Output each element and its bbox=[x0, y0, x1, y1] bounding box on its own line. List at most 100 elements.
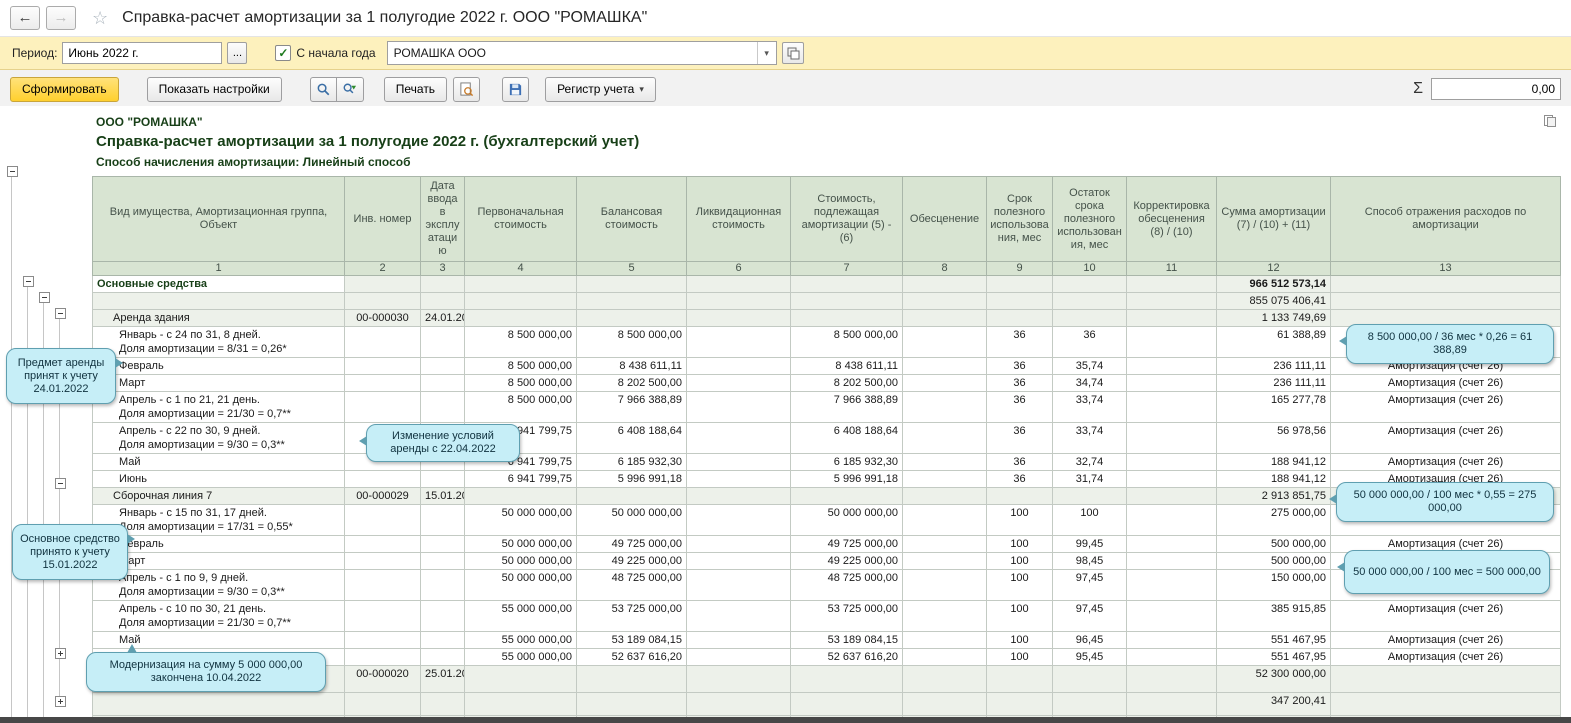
document-corner-icon[interactable] bbox=[1543, 114, 1557, 128]
table-cell[interactable]: Май bbox=[92, 453, 345, 471]
table-cell[interactable]: 8 500 000,00 bbox=[790, 326, 903, 358]
table-cell[interactable] bbox=[1126, 692, 1217, 716]
expander-subgroup[interactable] bbox=[39, 292, 50, 303]
table-cell[interactable]: Амортизация (счет 26) bbox=[1330, 648, 1561, 666]
column-header[interactable]: Способ отражения расходов по амортизации bbox=[1330, 176, 1561, 262]
organization-combo[interactable]: РОМАШКА ООО ▾ bbox=[386, 41, 777, 65]
table-cell[interactable]: Амортизация (счет 26) bbox=[1330, 422, 1561, 454]
favorite-star-icon[interactable]: ☆ bbox=[92, 8, 108, 29]
column-header[interactable]: Остаток срока полезного использования, м… bbox=[1052, 176, 1127, 262]
table-cell[interactable] bbox=[902, 422, 987, 454]
table-cell[interactable] bbox=[902, 535, 987, 553]
column-header[interactable]: Ликвидационная стоимость bbox=[686, 176, 791, 262]
table-cell[interactable]: 97,45 bbox=[1052, 600, 1127, 632]
column-header[interactable]: Балансовая стоимость bbox=[576, 176, 687, 262]
table-cell[interactable] bbox=[344, 326, 421, 358]
table-cell[interactable]: 6 185 932,30 bbox=[790, 453, 903, 471]
table-cell[interactable]: 551 467,95 bbox=[1216, 648, 1331, 666]
table-cell[interactable] bbox=[420, 275, 465, 293]
table-cell[interactable] bbox=[420, 357, 465, 375]
table-cell[interactable]: 99,45 bbox=[1052, 535, 1127, 553]
table-cell[interactable]: 236 111,11 bbox=[1216, 357, 1331, 375]
table-cell[interactable]: 100 bbox=[986, 600, 1053, 632]
table-cell[interactable]: 6 408 188,64 bbox=[576, 422, 687, 454]
table-cell[interactable] bbox=[902, 631, 987, 649]
table-cell[interactable] bbox=[686, 600, 791, 632]
table-cell[interactable]: 25.01.2022 bbox=[420, 665, 465, 693]
table-cell[interactable] bbox=[420, 552, 465, 570]
table-cell[interactable] bbox=[344, 692, 421, 716]
table-cell[interactable] bbox=[344, 357, 421, 375]
report-table[interactable]: Вид имущества, Амортизационная группа, О… bbox=[92, 176, 1561, 723]
table-cell[interactable]: 188 941,12 bbox=[1216, 453, 1331, 471]
table-cell[interactable] bbox=[576, 692, 687, 716]
table-cell[interactable]: 97,45 bbox=[1052, 569, 1127, 601]
table-cell[interactable] bbox=[1330, 665, 1561, 693]
table-cell[interactable]: 33,74 bbox=[1052, 422, 1127, 454]
table-cell[interactable] bbox=[686, 535, 791, 553]
table-cell[interactable]: Основные средства bbox=[92, 275, 345, 293]
table-cell[interactable] bbox=[576, 275, 687, 293]
table-cell[interactable] bbox=[1126, 504, 1217, 536]
column-number[interactable]: 12 bbox=[1216, 261, 1331, 276]
table-cell[interactable] bbox=[686, 569, 791, 601]
table-cell[interactable]: 36 bbox=[986, 422, 1053, 454]
table-cell[interactable] bbox=[1330, 275, 1561, 293]
table-cell[interactable] bbox=[986, 487, 1053, 505]
table-cell[interactable] bbox=[1126, 326, 1217, 358]
table-cell[interactable]: 98,45 bbox=[1052, 552, 1127, 570]
table-cell[interactable]: 236 111,11 bbox=[1216, 374, 1331, 392]
table-cell[interactable] bbox=[1052, 665, 1127, 693]
column-header[interactable]: Обесценение bbox=[902, 176, 987, 262]
table-row[interactable]: 855 075 406,41 bbox=[92, 292, 1561, 310]
table-cell[interactable]: Апрель - с 22 по 30, 9 дней. Доля амортиз… bbox=[92, 422, 345, 454]
period-input[interactable] bbox=[62, 42, 223, 64]
table-cell[interactable]: 8 500 000,00 bbox=[464, 326, 577, 358]
table-cell[interactable]: 1 133 749,69 bbox=[1216, 309, 1331, 327]
table-row[interactable]: Февраль 8 500 000,00 8 438 611,11 8 438 611… bbox=[92, 357, 1561, 375]
table-cell[interactable]: Амортизация (счет 26) bbox=[1330, 374, 1561, 392]
table-cell[interactable] bbox=[902, 552, 987, 570]
table-cell[interactable] bbox=[686, 357, 791, 375]
column-header[interactable]: Вид имущества, Амортизационная группа, О… bbox=[92, 176, 345, 262]
table-cell[interactable]: Амортизация (счет 26) bbox=[1330, 631, 1561, 649]
table-cell[interactable] bbox=[986, 309, 1053, 327]
table-cell[interactable]: 551 467,95 bbox=[1216, 631, 1331, 649]
table-cell[interactable]: 55 000 000,00 bbox=[464, 648, 577, 666]
table-cell[interactable] bbox=[902, 470, 987, 488]
table-cell[interactable] bbox=[1052, 275, 1127, 293]
table-cell[interactable]: 100 bbox=[1052, 504, 1127, 536]
table-cell[interactable] bbox=[986, 665, 1053, 693]
table-cell[interactable]: 5 996 991,18 bbox=[576, 470, 687, 488]
table-cell[interactable]: 8 202 500,00 bbox=[790, 374, 903, 392]
table-cell[interactable] bbox=[902, 648, 987, 666]
table-cell[interactable] bbox=[902, 453, 987, 471]
search-next-button[interactable] bbox=[336, 76, 364, 102]
table-cell[interactable] bbox=[420, 292, 465, 310]
table-cell[interactable]: 6 408 188,64 bbox=[790, 422, 903, 454]
table-cell[interactable] bbox=[790, 275, 903, 293]
expander-report[interactable] bbox=[7, 166, 18, 177]
table-cell[interactable] bbox=[902, 374, 987, 392]
expander-asset-3[interactable] bbox=[55, 648, 66, 659]
table-cell[interactable] bbox=[790, 309, 903, 327]
table-cell[interactable] bbox=[576, 665, 687, 693]
table-cell[interactable]: 15.01.2022 bbox=[420, 487, 465, 505]
table-cell[interactable] bbox=[902, 292, 987, 310]
table-cell[interactable]: 53 725 000,00 bbox=[576, 600, 687, 632]
table-cell[interactable] bbox=[344, 292, 421, 310]
expander-group-os[interactable] bbox=[23, 276, 34, 287]
table-cell[interactable] bbox=[344, 569, 421, 601]
table-cell[interactable]: 36 bbox=[986, 374, 1053, 392]
table-cell[interactable] bbox=[902, 487, 987, 505]
column-number[interactable]: 8 bbox=[902, 261, 987, 276]
column-header[interactable]: Первоначальная стоимость bbox=[464, 176, 577, 262]
table-cell[interactable] bbox=[576, 487, 687, 505]
table-cell[interactable]: 100 bbox=[986, 552, 1053, 570]
column-header[interactable]: Инв. номер bbox=[344, 176, 421, 262]
table-cell[interactable]: Амортизация (счет 26) bbox=[1330, 453, 1561, 471]
column-number[interactable]: 6 bbox=[686, 261, 791, 276]
table-cell[interactable] bbox=[420, 648, 465, 666]
table-cell[interactable] bbox=[92, 692, 345, 716]
table-cell[interactable] bbox=[986, 275, 1053, 293]
